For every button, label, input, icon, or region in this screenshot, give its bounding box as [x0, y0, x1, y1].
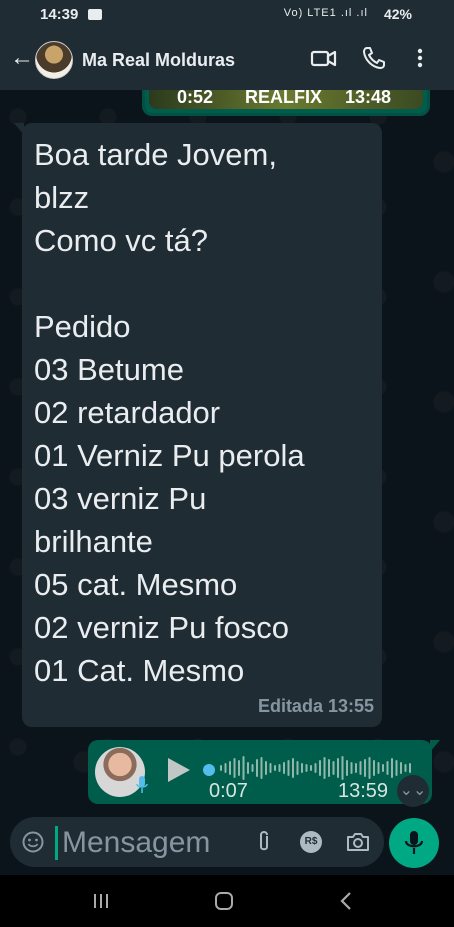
outgoing-voice-message[interactable]: 0:07 13:59	[88, 740, 440, 804]
waveform-bar	[377, 762, 380, 774]
waveform-bar	[323, 757, 326, 779]
message-line: 03 Betume	[34, 352, 184, 387]
payment-icon[interactable]: R$	[300, 831, 322, 853]
previous-media-message[interactable]: 0:52 REALFIX 13:48	[142, 90, 430, 116]
battery-level: 42%	[383, 6, 412, 22]
waveform-bar	[220, 765, 222, 771]
waveform-bar	[265, 761, 267, 775]
message-line: 01 Cat. Mesmo	[34, 653, 245, 688]
back-arrow-icon[interactable]: ←	[10, 46, 34, 70]
scroll-down-icon[interactable]: ⌄⌄	[397, 775, 429, 807]
voice-duration: 0:07	[209, 780, 248, 802]
waveform-bar	[274, 765, 276, 771]
waveform-bar	[292, 758, 294, 778]
message-input[interactable]: Mensagem	[62, 826, 210, 860]
waveform-bar	[256, 759, 258, 777]
message-line: 05 cat. Mesmo	[34, 567, 238, 602]
message-line: Pedido	[34, 309, 131, 344]
waveform-bar	[310, 765, 312, 771]
contact-name[interactable]: Ma Real Molduras	[82, 50, 235, 71]
incoming-message-bubble[interactable]: Boa tarde Jovem, blzz Como vc tá? Pedido…	[14, 123, 382, 727]
system-nav-bar	[0, 875, 454, 927]
chat-area[interactable]: 0:52 REALFIX 13:48 Boa tarde Jovem, blzz…	[0, 90, 454, 812]
text-cursor	[55, 826, 58, 860]
signal-indicator: Vo) LTE1 .ıl .ıl	[283, 7, 368, 19]
voice-timestamp: 13:59	[338, 780, 389, 802]
play-icon[interactable]	[168, 758, 190, 782]
waveform-bar	[337, 758, 339, 778]
contact-avatar[interactable]	[35, 41, 73, 79]
waveform-bar	[332, 761, 335, 775]
waveform-bar	[328, 759, 330, 777]
waveform-bar	[233, 758, 236, 778]
notification-icon	[88, 9, 102, 20]
mic-icon	[136, 776, 148, 793]
message-line: Como vc tá?	[34, 223, 209, 258]
waveform-bar	[368, 757, 371, 779]
waveform-bar	[251, 764, 254, 772]
waveform-bar	[364, 759, 366, 777]
waveform-bar	[301, 763, 303, 773]
waveform-bar	[283, 762, 285, 774]
edited-timestamp: Editada 13:55	[257, 696, 374, 716]
message-line: brilhante	[34, 524, 153, 559]
playhead-dot[interactable]	[203, 764, 215, 776]
waveform-bar	[395, 760, 398, 776]
waveform-bar	[391, 758, 393, 778]
status-bar: 14:39 Vo) LTE1 .ıl .ıl 42%	[0, 0, 454, 30]
back-icon[interactable]	[335, 889, 359, 913]
waveform-bar	[287, 760, 290, 776]
microphone-icon	[404, 831, 424, 854]
media-duration: 0:52	[177, 90, 214, 107]
waveform-bar	[224, 763, 227, 773]
message-composer[interactable]: Mensagem R$	[10, 817, 384, 867]
waveform-bar	[346, 760, 348, 776]
waveform-bar	[260, 757, 263, 779]
home-icon[interactable]	[212, 889, 236, 913]
media-caption: REALFIX	[245, 90, 323, 107]
waveform-bar	[341, 756, 344, 780]
waveform-bar	[350, 762, 353, 774]
waveform-bar	[359, 761, 362, 775]
message-line: Boa tarde Jovem,	[34, 137, 277, 172]
record-voice-button[interactable]	[389, 818, 439, 868]
waveform-bar	[314, 763, 317, 773]
waveform-bar	[229, 761, 231, 775]
voice-call-icon[interactable]	[360, 44, 388, 72]
media-time: 13:48	[345, 90, 392, 107]
waveform-bar	[319, 760, 321, 776]
waveform-bar	[269, 763, 272, 773]
waveform-bar	[247, 762, 249, 774]
more-options-icon[interactable]	[406, 44, 434, 72]
message-line: 01 Verniz Pu perola	[34, 438, 305, 473]
waveform-bar	[386, 761, 389, 775]
message-line: 02 retardador	[34, 395, 221, 430]
waveform-bar	[404, 764, 407, 772]
camera-icon[interactable]	[346, 831, 370, 853]
message-line: 02 verniz Pu fosco	[34, 610, 290, 645]
attachment-icon[interactable]	[256, 830, 272, 854]
waveform-bar	[400, 762, 402, 774]
chat-header: ← Ma Real Molduras	[0, 30, 454, 90]
waveform-bar	[305, 764, 308, 772]
waveform-bar	[278, 764, 281, 772]
waveform-bar	[373, 760, 375, 776]
waveform-bar	[238, 760, 240, 776]
waveform[interactable]	[216, 754, 416, 782]
message-line: 03 verniz Pu	[34, 481, 207, 516]
message-line: blzz	[34, 180, 90, 215]
recent-apps-icon[interactable]	[89, 889, 113, 913]
waveform-bar	[242, 756, 245, 780]
emoji-icon[interactable]	[22, 831, 44, 853]
waveform-bar	[382, 764, 384, 772]
status-time: 14:39	[40, 6, 79, 23]
video-call-icon[interactable]	[310, 44, 338, 72]
waveform-bar	[355, 763, 357, 773]
waveform-bar	[409, 763, 411, 773]
waveform-bar	[296, 761, 299, 775]
